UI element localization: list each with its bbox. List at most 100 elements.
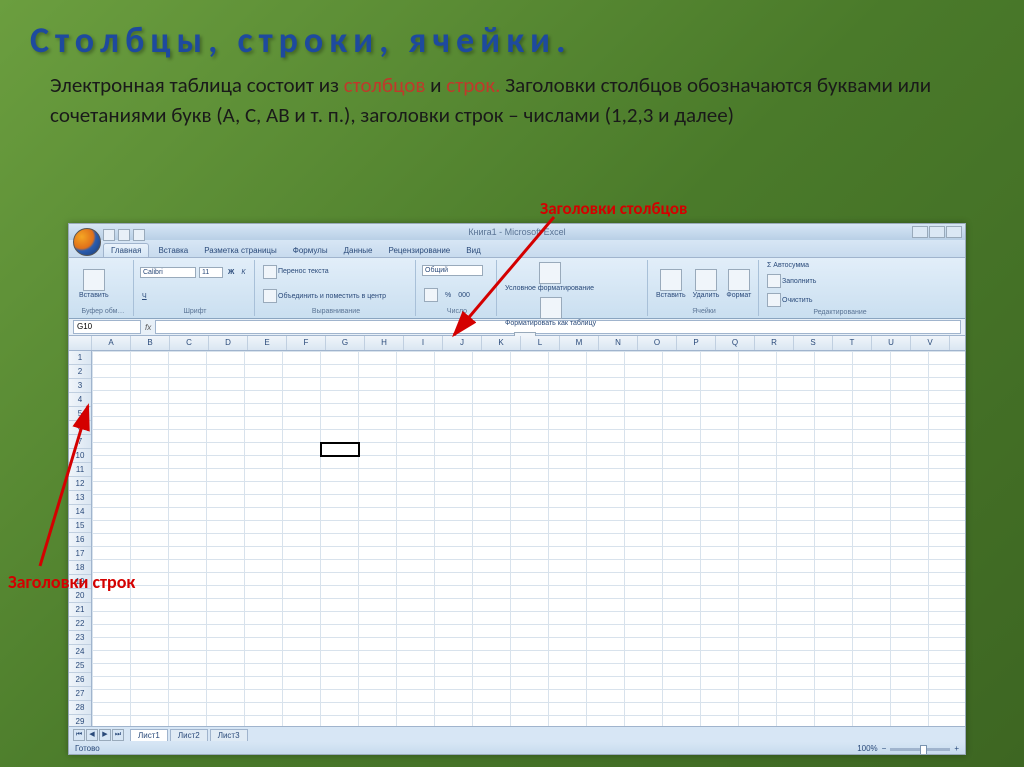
sheet-nav-next-icon[interactable]: ▶	[99, 729, 111, 741]
group-clipboard: Вставить Буфер обм…	[73, 260, 134, 316]
underline-button[interactable]: Ч	[140, 292, 149, 301]
row-header[interactable]: 29	[69, 715, 91, 726]
bold-button[interactable]: Ж	[226, 268, 236, 277]
row-header[interactable]: 25	[69, 659, 91, 673]
zoom-in-button[interactable]: +	[954, 742, 959, 755]
col-header[interactable]: P	[677, 336, 716, 350]
italic-button[interactable]: К	[239, 268, 247, 277]
close-button[interactable]	[946, 226, 962, 238]
wrap-icon	[263, 265, 277, 279]
col-header[interactable]: Q	[716, 336, 755, 350]
name-box[interactable]: G10	[73, 320, 141, 334]
tab-page-layout[interactable]: Разметка страницы	[197, 244, 284, 257]
paste-button[interactable]: Вставить	[77, 268, 111, 300]
col-header[interactable]: R	[755, 336, 794, 350]
font-name-dropdown[interactable]: Calibri	[140, 267, 196, 278]
group-label-cells: Ячейки	[654, 307, 754, 315]
select-all-corner[interactable]	[69, 336, 92, 350]
paste-icon	[83, 269, 105, 291]
merge-icon	[263, 289, 277, 303]
desc-highlight-rows: строк.	[446, 72, 500, 98]
sheet-tab[interactable]: Лист2	[170, 729, 208, 741]
col-header[interactable]: S	[794, 336, 833, 350]
minimize-button[interactable]	[912, 226, 928, 238]
slide-description: Электронная таблица состоит из столбцов …	[0, 62, 1024, 131]
wrap-text-button[interactable]: Перенос текста	[261, 264, 331, 280]
format-icon	[728, 269, 750, 291]
sheet-tab-bar: ⏮ ◀ ▶ ⏭ Лист1 Лист2 Лист3	[69, 726, 965, 742]
desc-highlight-columns: столбцов	[344, 72, 426, 98]
status-bar: Готово 100% − +	[69, 742, 965, 755]
desc-text-1: Электронная таблица состоит из	[50, 72, 344, 98]
col-header[interactable]: H	[365, 336, 404, 350]
annotation-column-headers: Заголовки столбцов	[540, 198, 687, 219]
tab-data[interactable]: Данные	[337, 244, 380, 257]
col-header[interactable]: U	[872, 336, 911, 350]
sheet-nav-prev-icon[interactable]: ◀	[86, 729, 98, 741]
currency-icon	[424, 288, 438, 302]
sheet-tab[interactable]: Лист1	[130, 729, 168, 741]
currency-button[interactable]	[422, 287, 440, 303]
row-header[interactable]: 26	[69, 673, 91, 687]
maximize-button[interactable]	[929, 226, 945, 238]
delete-cells-button[interactable]: Удалить	[691, 268, 722, 300]
merge-center-button[interactable]: Объединить и поместить в центр	[261, 288, 388, 304]
row-header[interactable]: 2	[69, 365, 91, 379]
group-label-editing: Редактирование	[765, 308, 915, 316]
group-label-font: Шрифт	[140, 307, 250, 315]
font-size-dropdown[interactable]: 11	[199, 267, 223, 278]
group-font: Calibri 11 Ж К Ч Шрифт	[136, 260, 255, 316]
col-header[interactable]: I	[404, 336, 443, 350]
insert-cells-button[interactable]: Вставить	[654, 268, 688, 300]
fx-icon[interactable]: fx	[145, 323, 151, 332]
col-header[interactable]: A	[92, 336, 131, 350]
col-header[interactable]: M	[560, 336, 599, 350]
arrow-to-columns	[444, 215, 564, 345]
col-header[interactable]: C	[170, 336, 209, 350]
row-header[interactable]: 28	[69, 701, 91, 715]
qat-redo-icon[interactable]	[133, 229, 145, 241]
office-button[interactable]	[73, 228, 101, 256]
col-header[interactable]: D	[209, 336, 248, 350]
quick-access-toolbar	[103, 229, 145, 241]
qat-undo-icon[interactable]	[118, 229, 130, 241]
col-header[interactable]: B	[131, 336, 170, 350]
insert-icon	[660, 269, 682, 291]
row-header[interactable]: 22	[69, 617, 91, 631]
slide-title: Столбцы, строки, ячейки.	[0, 0, 1024, 62]
cells-area[interactable]	[92, 351, 965, 726]
col-header[interactable]: T	[833, 336, 872, 350]
tab-home[interactable]: Главная	[103, 243, 149, 257]
fill-button[interactable]: Заполнить	[765, 273, 818, 289]
tab-insert[interactable]: Вставка	[151, 244, 195, 257]
zoom-value: 100%	[857, 742, 877, 755]
tab-formulas[interactable]: Формулы	[286, 244, 335, 257]
sheet-nav-last-icon[interactable]: ⏭	[112, 729, 124, 741]
group-label-alignment: Выравнивание	[261, 307, 411, 315]
format-cells-button[interactable]: Формат	[724, 268, 753, 300]
spreadsheet-grid: A B C D E F G H I J K L M N O P Q R S T	[69, 336, 965, 726]
sheet-tab[interactable]: Лист3	[210, 729, 248, 741]
row-header[interactable]: 23	[69, 631, 91, 645]
col-header[interactable]: F	[287, 336, 326, 350]
row-header[interactable]: 27	[69, 687, 91, 701]
row-header[interactable]: 21	[69, 603, 91, 617]
row-header[interactable]: 24	[69, 645, 91, 659]
qat-save-icon[interactable]	[103, 229, 115, 241]
zoom-slider[interactable]	[890, 748, 950, 751]
sheet-nav-first-icon[interactable]: ⏮	[73, 729, 85, 741]
col-header[interactable]: O	[638, 336, 677, 350]
group-label-clipboard: Буфер обм…	[77, 307, 129, 315]
status-text: Готово	[75, 742, 100, 755]
row-header[interactable]: 3	[69, 379, 91, 393]
selected-cell[interactable]	[320, 442, 360, 457]
col-header[interactable]: N	[599, 336, 638, 350]
zoom-out-button[interactable]: −	[882, 742, 887, 755]
delete-icon	[695, 269, 717, 291]
row-header[interactable]: 1	[69, 351, 91, 365]
clear-button[interactable]: Очистить	[765, 292, 814, 308]
col-header[interactable]: E	[248, 336, 287, 350]
col-header[interactable]: V	[911, 336, 950, 350]
col-header[interactable]: G	[326, 336, 365, 350]
autosum-button[interactable]: Σ Автосумма	[765, 261, 811, 270]
